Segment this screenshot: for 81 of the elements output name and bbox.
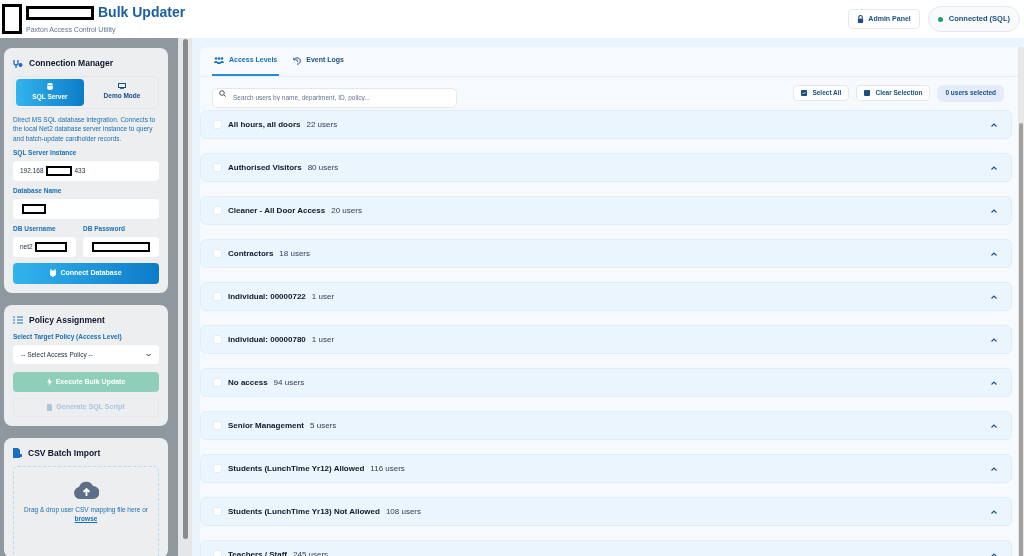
database-icon <box>47 82 53 90</box>
redaction-box <box>22 203 46 214</box>
checkbox[interactable] <box>213 335 222 344</box>
access-level-row[interactable]: All hours, all doors 22 users <box>200 110 1012 139</box>
access-level-row[interactable]: Individual: 00000780 1 user <box>200 325 1012 354</box>
group-name: Students (LunchTime Yr12) Allowed <box>228 462 365 475</box>
monitor-icon <box>118 83 126 90</box>
group-name: No access <box>228 376 268 389</box>
group-name: All hours, all doors <box>228 118 301 131</box>
access-level-row[interactable]: Authorised Visitors 80 users <box>200 153 1012 182</box>
checkbox[interactable] <box>213 206 222 215</box>
user-count: 18 users <box>279 247 311 260</box>
chevron-up-icon[interactable] <box>991 337 997 342</box>
users-icon <box>214 57 224 64</box>
search-icon <box>219 89 226 97</box>
list-icon <box>13 315 23 324</box>
chevron-up-icon[interactable] <box>991 509 997 514</box>
access-level-row[interactable]: Senior Management 5 users <box>200 411 1012 440</box>
input-field[interactable] <box>13 198 159 219</box>
scrollbar-thumb[interactable] <box>1019 123 1023 556</box>
access-level-row[interactable]: Individual: 00000722 1 user <box>200 282 1012 311</box>
chevron-up-icon[interactable] <box>991 208 997 213</box>
redaction-box <box>92 241 150 252</box>
group-name: Students (LunchTime Yr13) Not Allowed <box>228 505 380 518</box>
checkbox[interactable] <box>213 378 222 387</box>
input-field[interactable] <box>83 236 159 257</box>
user-count: 245 users <box>293 548 329 556</box>
group-name: Teachers / Staff <box>228 548 287 556</box>
group-name: Authorised Visitors <box>228 161 302 174</box>
group-name: Individual: 00000722 <box>228 290 306 303</box>
access-level-row[interactable]: Teachers / Staff 245 users <box>200 540 1012 556</box>
cloud-upload-icon <box>73 480 99 499</box>
checkbox[interactable] <box>213 120 222 129</box>
redaction-box <box>26 5 94 20</box>
checkbox-icon <box>801 90 808 96</box>
panel-title: Connection Manager <box>29 57 114 70</box>
user-count: 116 users <box>370 462 405 475</box>
chevron-up-icon[interactable] <box>991 165 997 170</box>
chevron-up-icon[interactable] <box>991 466 997 471</box>
chevron-up-icon[interactable] <box>991 294 997 299</box>
group-name: Senior Management <box>228 419 304 432</box>
checkbox[interactable] <box>213 507 222 516</box>
redaction-box <box>34 241 67 252</box>
user-count: 108 users <box>385 505 421 518</box>
user-count: 80 users <box>307 161 339 174</box>
access-level-row[interactable]: Students (LunchTime Yr13) Not Allowed 108 users <box>200 497 1012 526</box>
access-level-row[interactable]: Contractors 18 users <box>200 239 1012 268</box>
checkbox[interactable] <box>213 292 222 301</box>
access-level-row[interactable]: Students (LunchTime Yr12) Allowed 116 users <box>200 454 1012 483</box>
chevron-down-icon <box>146 352 151 357</box>
access-level-row[interactable]: No access 94 users <box>200 368 1012 397</box>
chevron-up-icon[interactable] <box>991 251 997 256</box>
app-title: Bulk Updater <box>98 3 186 23</box>
chevron-up-icon[interactable] <box>991 380 997 385</box>
group-name: Cleaner - All Door Access <box>228 204 326 217</box>
redaction-box <box>45 166 72 176</box>
user-count: 1 user <box>311 333 335 346</box>
user-count: 20 users <box>331 204 362 217</box>
panel-title: Policy Assignment <box>29 313 105 327</box>
chevron-up-icon[interactable] <box>991 552 997 556</box>
panel-title: CSV Batch Import <box>28 447 101 460</box>
lightning-icon <box>46 378 52 386</box>
group-name: Individual: 00000780 <box>228 333 306 346</box>
user-count: 5 users <box>310 419 337 432</box>
chevron-up-icon[interactable] <box>991 122 997 127</box>
csv-file-icon <box>13 448 22 459</box>
group-name: Contractors <box>228 247 274 260</box>
access-level-row[interactable]: Cleaner - All Door Access 20 users <box>200 196 1012 225</box>
user-count: 94 users <box>273 376 305 389</box>
checkbox[interactable] <box>213 421 222 430</box>
checkbox[interactable] <box>213 249 222 258</box>
checkbox[interactable] <box>213 163 222 172</box>
scrollbar-thumb[interactable] <box>182 39 188 539</box>
history-icon <box>293 56 302 65</box>
checkbox[interactable] <box>213 464 222 473</box>
chevron-up-icon[interactable] <box>991 423 997 428</box>
square-icon <box>864 90 871 96</box>
user-count: 22 users <box>306 118 338 131</box>
lock-icon <box>857 15 865 23</box>
user-count: 1 user <box>311 290 335 303</box>
file-icon <box>47 404 53 411</box>
